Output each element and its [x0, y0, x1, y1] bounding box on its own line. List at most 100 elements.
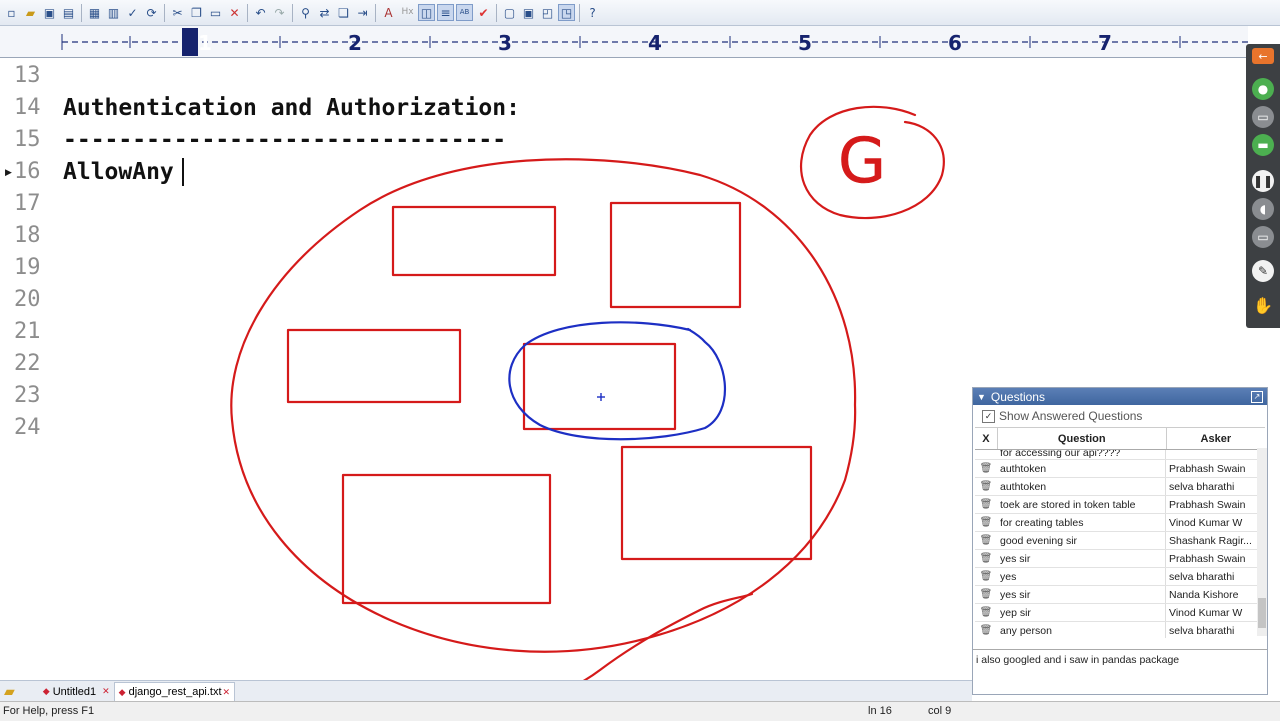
find-icon[interactable]: ⚲	[297, 4, 314, 21]
question-text: yes sir	[997, 550, 1166, 567]
print-icon[interactable]: ▥	[105, 4, 122, 21]
mouse-icon[interactable]: ◖	[1252, 198, 1274, 220]
questions-scrollbar[interactable]	[1257, 448, 1267, 636]
line-number: 14	[14, 95, 41, 120]
screen-share-icon[interactable]: ▬	[1252, 134, 1274, 156]
window-icon[interactable]: ▢	[501, 4, 518, 21]
column-asker[interactable]: Asker	[1167, 428, 1265, 449]
tab-untitled1[interactable]: ◆ Untitled1 ✕	[39, 683, 114, 701]
asker-name: Vinod Kumar W	[1169, 516, 1243, 529]
table-row[interactable]: 🗑 yes sir Prabhash Swain	[975, 550, 1265, 568]
tab-close-icon[interactable]: ✕	[102, 686, 110, 697]
cascade-icon[interactable]: ◰	[539, 4, 556, 21]
collapse-triangle-icon[interactable]: ▼	[977, 392, 986, 402]
question-text: for creating tables	[997, 514, 1166, 531]
cut-icon[interactable]: ✂	[169, 4, 186, 21]
hand-raise-icon[interactable]: ✋	[1252, 294, 1274, 316]
delete-question-icon[interactable]: 🗑	[975, 586, 997, 603]
table-row[interactable]: 🗑 yes sir Nanda Kishore	[975, 586, 1265, 604]
new-file-icon[interactable]: ▫	[3, 4, 20, 21]
code-line[interactable]: AllowAny	[63, 156, 174, 188]
column-question[interactable]: Question	[998, 428, 1167, 449]
table-row[interactable]: 🗑 toek are stored in token table Prabhash …	[975, 496, 1265, 514]
scrollbar-thumb[interactable]	[1258, 598, 1266, 628]
delete-question-icon[interactable]: 🗑	[975, 460, 997, 477]
tab-label: django_rest_api.txt	[128, 686, 222, 698]
redo-icon[interactable]: ↷	[271, 4, 288, 21]
find-in-files-icon[interactable]: ❏	[335, 4, 352, 21]
code-line[interactable]: Authentication and Authorization:	[63, 92, 520, 124]
tab-django-rest-api[interactable]: ◆ django_rest_api.txt ✕	[113, 682, 236, 701]
tab-close-icon[interactable]: ✕	[223, 687, 231, 698]
code-line[interactable]: --------------------------------	[63, 124, 506, 156]
question-text: authtoken	[997, 478, 1166, 495]
word-wrap-icon[interactable]: ≡	[437, 4, 454, 21]
spell-check-icon[interactable]: ✓	[124, 4, 141, 21]
status-column: col 9	[928, 705, 952, 717]
sync-icon[interactable]: ⟳	[143, 4, 160, 21]
question-text: good evening sir	[997, 532, 1166, 549]
delete-question-icon[interactable]: 🗑	[975, 514, 997, 531]
ruler-number: 5	[798, 31, 812, 55]
delete-question-icon[interactable]: 🗑	[975, 550, 997, 567]
save-all-icon[interactable]: ▤	[60, 4, 77, 21]
paste-icon[interactable]: ▭	[207, 4, 224, 21]
column-mode-icon[interactable]: ◫	[418, 4, 435, 21]
questions-panel-header[interactable]: ▼ Questions ↗	[973, 388, 1267, 405]
abc-icon[interactable]: AB	[456, 4, 473, 21]
question-input[interactable]: i also googled and i saw in pandas packa…	[973, 649, 1267, 695]
hex-icon[interactable]: Hx	[399, 4, 416, 21]
delete-question-icon[interactable]: 🗑	[975, 622, 997, 638]
save-icon[interactable]: ▣	[41, 4, 58, 21]
delete-question-icon[interactable]: 🗑	[975, 532, 997, 549]
asker-name: selva bharathi	[1169, 480, 1235, 493]
table-row[interactable]: 🗑 authtoken selva bharathi	[975, 478, 1265, 496]
folder-icon[interactable]: ▰	[0, 683, 19, 701]
table-row[interactable]: 🗑 authtoken Prabhash Swain	[975, 460, 1265, 478]
pause-icon[interactable]: ❚❚	[1252, 170, 1274, 192]
table-row[interactable]: 🗑 good evening sir Shashank Ragir...	[975, 532, 1265, 550]
popout-icon[interactable]: ↗	[1251, 390, 1263, 403]
table-row[interactable]: for accessing our api????	[975, 450, 1265, 460]
copy-icon[interactable]: ❐	[188, 4, 205, 21]
delete-question-icon[interactable]: 🗑	[975, 496, 997, 513]
help-icon[interactable]: ?	[584, 4, 601, 21]
column-x[interactable]: X	[975, 428, 998, 449]
camera-icon[interactable]: ▭	[1252, 106, 1274, 128]
questions-list[interactable]: for accessing our api???? 🗑 authtoken Prab…	[975, 450, 1265, 638]
show-answered-checkbox[interactable]: ✓	[982, 409, 995, 423]
toolbar: ▫ ▰ ▣ ▤ ▦ ▥ ✓ ⟳ ✂ ❐ ▭ ✕ ↶ ↷ ⚲ ⇄ ❏ ⇥ A Hx…	[0, 0, 1280, 26]
delete-icon[interactable]: ✕	[226, 4, 243, 21]
font-icon[interactable]: A	[380, 4, 397, 21]
tile-icon[interactable]: ▣	[520, 4, 537, 21]
undo-icon[interactable]: ↶	[252, 4, 269, 21]
delete-question-icon[interactable]: 🗑	[975, 478, 997, 495]
pen-tool-icon[interactable]: ✎	[1252, 260, 1274, 282]
check-icon[interactable]: ✔	[475, 4, 492, 21]
table-row[interactable]: 🗑 for creating tables Vinod Kumar W	[975, 514, 1265, 532]
table-row[interactable]: 🗑 yep sir Vinod Kumar W	[975, 604, 1265, 622]
tab-file-icon: ◆	[118, 686, 126, 697]
monitor-icon[interactable]: ▭	[1252, 226, 1274, 248]
goto-icon[interactable]: ⇥	[354, 4, 371, 21]
delete-question-icon[interactable]: 🗑	[975, 604, 997, 621]
current-line-marker-icon: ▶	[5, 168, 12, 178]
asker-name: Shashank Ragir...	[1169, 534, 1252, 547]
question-text: yep sir	[997, 604, 1166, 621]
delete-question-icon[interactable]: 🗑	[975, 568, 997, 585]
fullscreen-icon[interactable]: ◳	[558, 4, 575, 21]
replace-icon[interactable]: ⇄	[316, 4, 333, 21]
asker-name: selva bharathi	[1169, 624, 1235, 637]
table-row[interactable]: 🗑 yes selva bharathi	[975, 568, 1265, 586]
question-text: yes sir	[997, 586, 1166, 603]
toolbar-separator	[247, 3, 248, 22]
open-folder-icon[interactable]: ▰	[22, 4, 39, 21]
question-text: yes	[997, 568, 1166, 585]
show-answered-toggle[interactable]: ✓ Show Answered Questions	[973, 405, 1267, 427]
toolbar-separator	[164, 3, 165, 22]
print-preview-icon[interactable]: ▦	[86, 4, 103, 21]
table-row[interactable]: 🗑 any person selva bharathi	[975, 622, 1265, 638]
status-line: ln 16	[868, 705, 892, 717]
collapse-arrow-icon[interactable]: ←	[1252, 48, 1274, 64]
microphone-icon[interactable]: ●	[1252, 78, 1274, 100]
